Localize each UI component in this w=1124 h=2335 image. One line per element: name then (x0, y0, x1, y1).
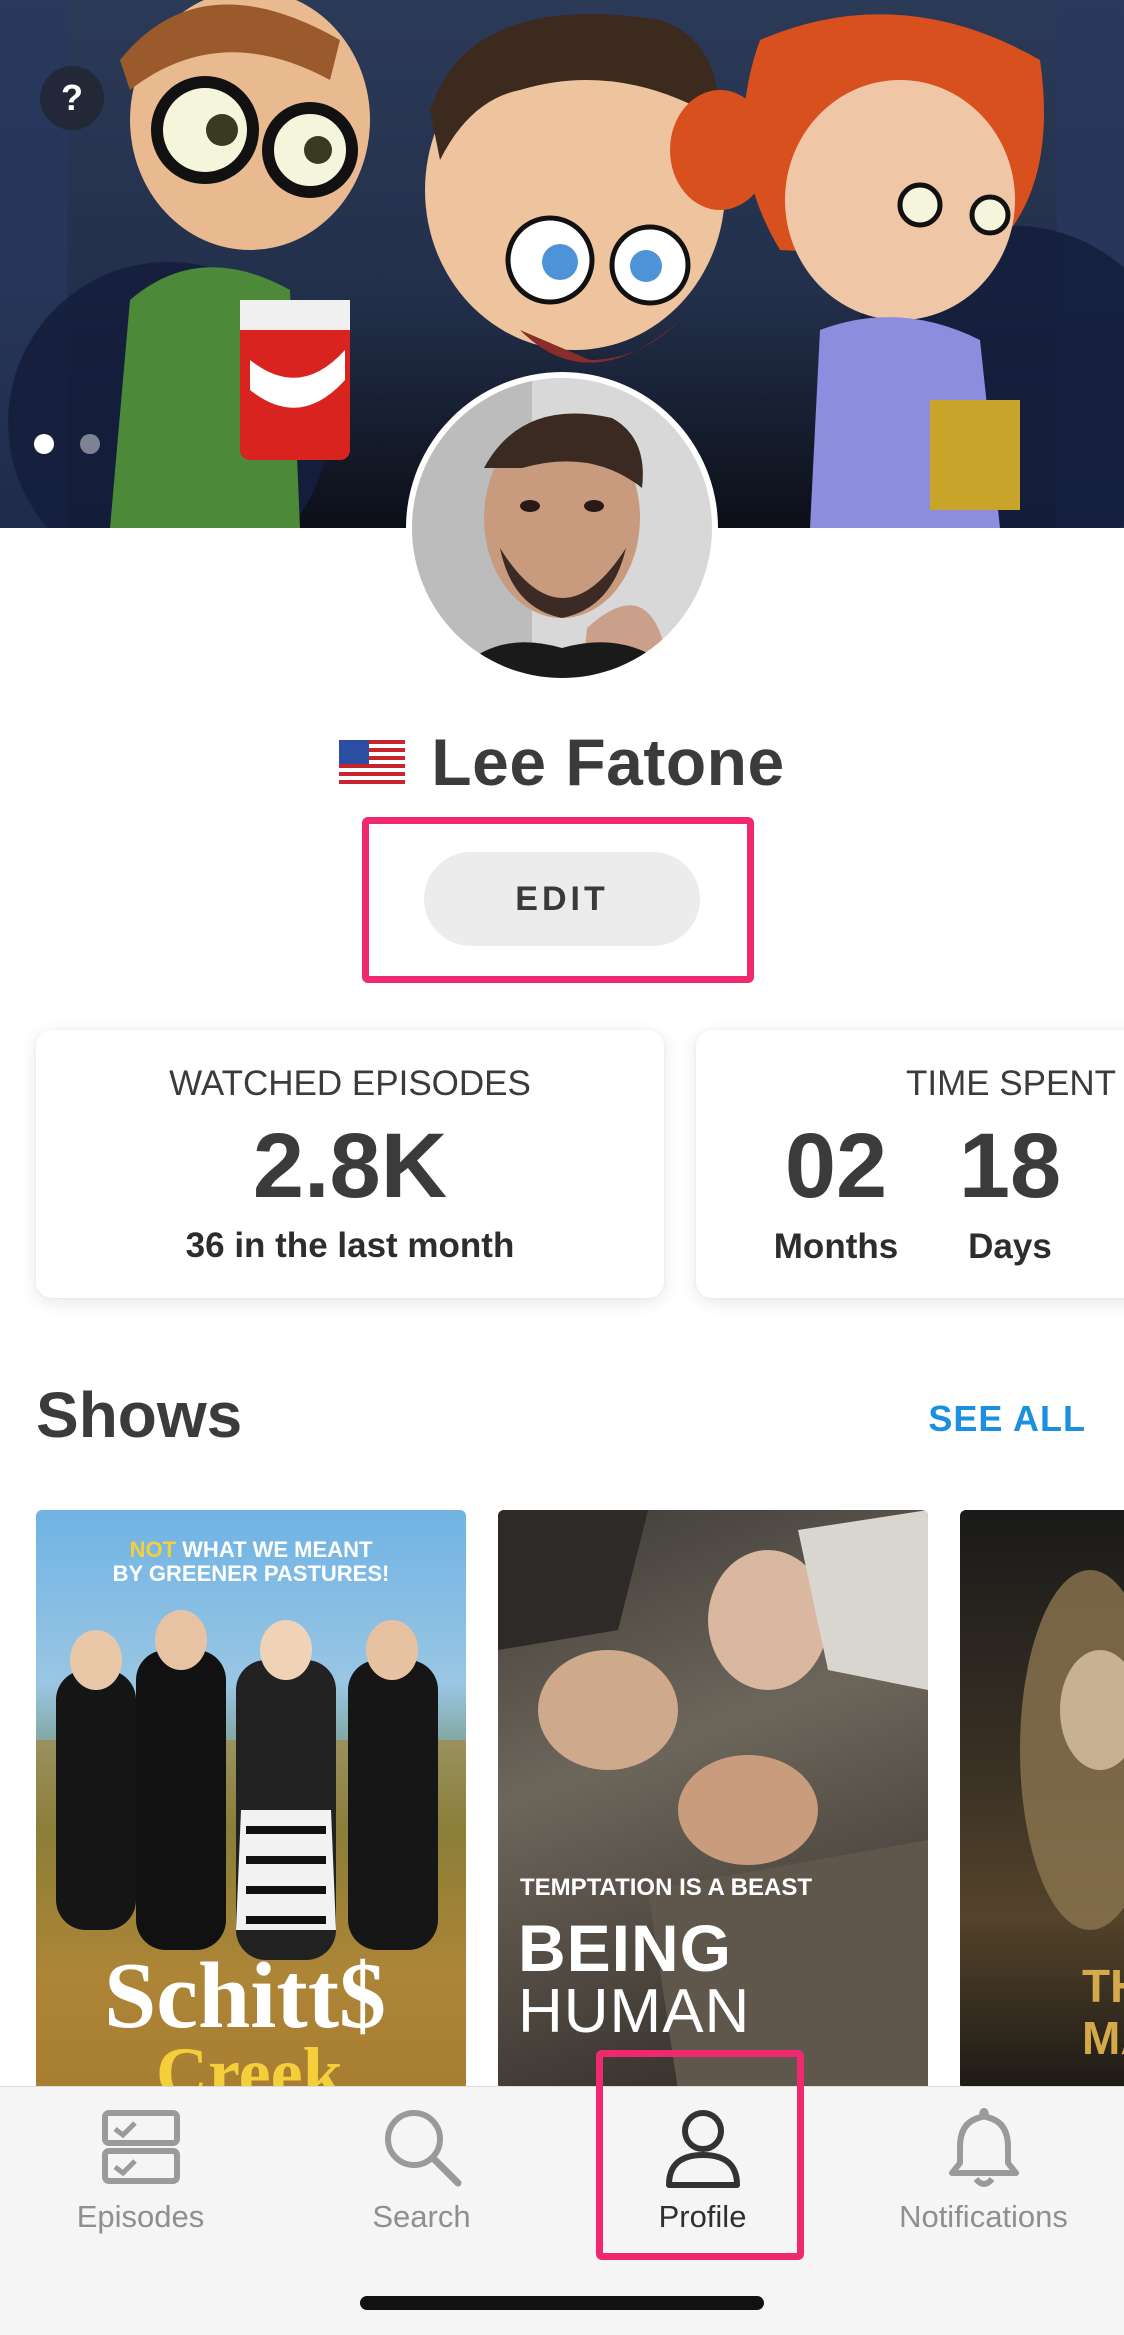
help-button[interactable]: ? (40, 66, 104, 130)
time-days: 18 Days (920, 1114, 1100, 1267)
months-value: 02 (784, 1115, 888, 1217)
days-value: 18 (958, 1115, 1062, 1217)
tab-episodes[interactable]: Episodes (0, 2087, 281, 2287)
carousel-indicator (34, 434, 100, 454)
watched-episodes-sub: 36 in the last month (185, 1226, 515, 1265)
show-poster[interactable]: NOT WHAT WE MEANT BY GREENER PASTURES! S… (36, 1510, 466, 2090)
watched-episodes-label: WATCHED EPISODES (169, 1064, 531, 1103)
avatar[interactable] (412, 378, 712, 678)
us-flag-icon (339, 740, 406, 784)
tab-label: Notifications (899, 2199, 1068, 2234)
tab-notifications[interactable]: Notifications (843, 2087, 1124, 2287)
shows-section-title: Shows (36, 1379, 243, 1451)
carousel-dot-active[interactable] (34, 434, 54, 454)
poster-title: THE MA (1082, 1960, 1124, 2064)
time-spent-card[interactable]: TIME SPENT 02 Months 18 Days (696, 1030, 1124, 1298)
tab-label: Search (372, 2199, 471, 2234)
show-poster[interactable]: THE MA (960, 1510, 1124, 2090)
poster-tagline: NOT WHAT WE MEANT BY GREENER PASTURES! (112, 1537, 390, 1586)
show-poster[interactable]: TEMPTATION IS A BEAST BEING HUMAN (498, 1510, 928, 2090)
days-unit: Days (968, 1227, 1052, 1266)
months-unit: Months (773, 1227, 899, 1266)
time-months: 02 Months (746, 1114, 926, 1267)
watched-episodes-value: 2.8K (252, 1115, 448, 1217)
search-icon (384, 2110, 461, 2187)
home-indicator[interactable] (360, 2296, 764, 2310)
see-all-link[interactable]: SEE ALL (928, 1398, 1086, 1440)
time-spent-label: TIME SPENT (905, 1064, 1116, 1103)
user-name: Lee Fatone (431, 725, 785, 799)
poster-title: BEING (518, 1911, 733, 1985)
tab-label: Episodes (76, 2199, 205, 2234)
watched-episodes-card[interactable]: WATCHED EPISODES 2.8K 36 in the last mon… (36, 1030, 664, 1298)
carousel-dot[interactable] (80, 434, 100, 454)
tab-search[interactable]: Search (281, 2087, 562, 2287)
profile-tab-highlight (596, 2050, 804, 2260)
poster-tagline: TEMPTATION IS A BEAST (520, 1874, 812, 1901)
poster-title-line2: Creek (156, 2033, 343, 2090)
profile-name-row: Lee Fatone (0, 724, 1124, 800)
help-icon: ? (61, 77, 83, 118)
bell-icon (948, 2108, 1019, 2187)
poster-title-line2: HUMAN (518, 1977, 751, 2046)
episodes-checklist-icon (101, 2110, 180, 2184)
edit-profile-button[interactable]: EDIT (424, 852, 700, 946)
